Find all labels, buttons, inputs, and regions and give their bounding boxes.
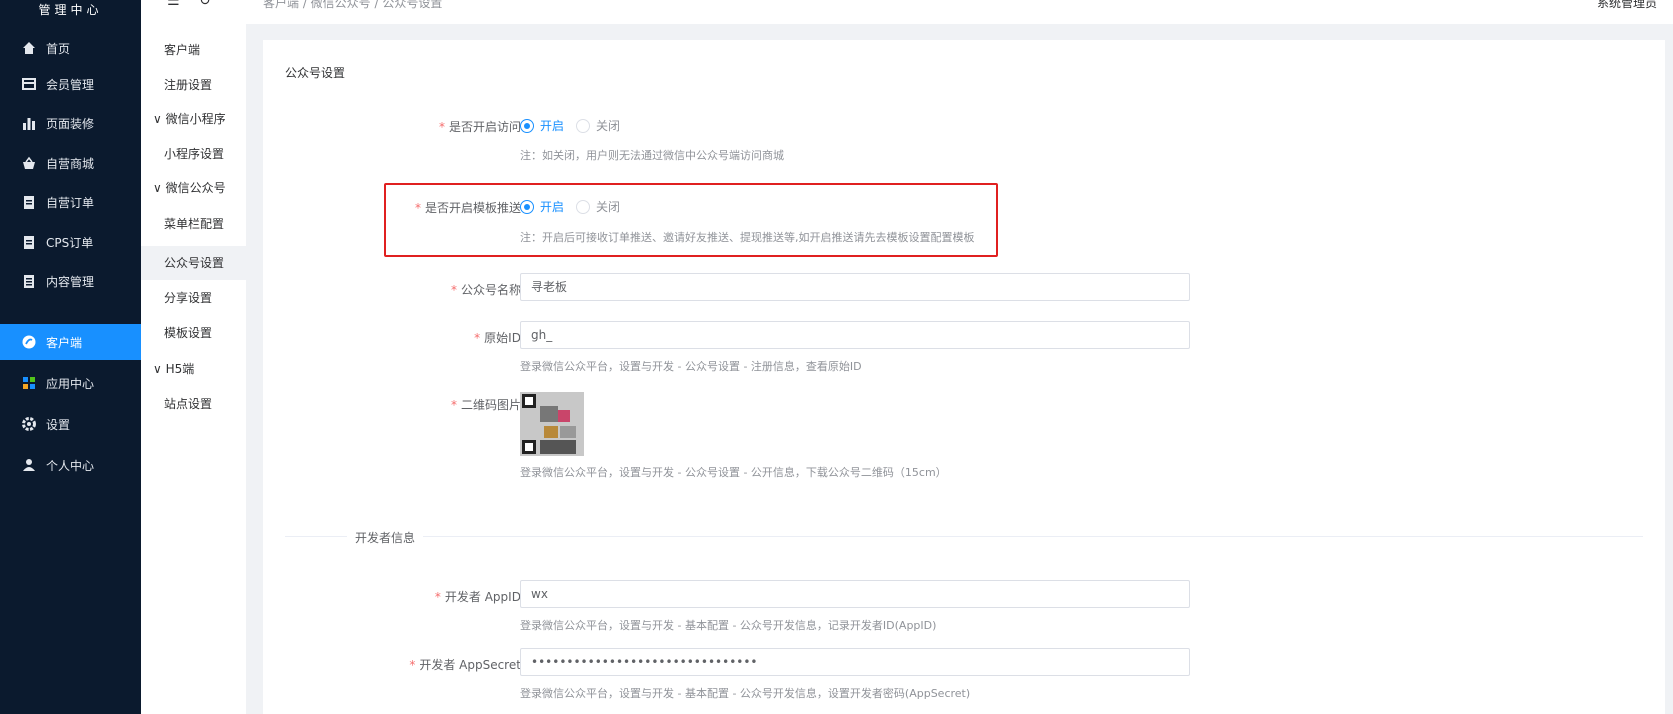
top-bar: ☰ ↻ 客户端 / 微信公众号 / 公众号设置 系统管理员 [141, 0, 1673, 24]
developer-section-title: 开发者信息 [347, 529, 424, 546]
origin-id-input[interactable]: gh_ [520, 321, 1190, 349]
clipboard-icon [22, 195, 36, 209]
page-title: 公众号设置 [285, 66, 346, 80]
left-nav: 管理中心 首页 会员管理 页面装修 自营商城 自营订单 CPS订单 内容管理 客… [0, 0, 141, 714]
access-hint: 注：如关闭，用户则无法通过微信中公众号端访问商城 [520, 149, 784, 162]
subnav-group-official-account[interactable]: ∨ 微信公众号 [141, 171, 246, 205]
access-label: * 是否开启访问: [438, 120, 525, 134]
appid-label: * 开发者 AppID: [434, 590, 525, 604]
admin-user[interactable]: 系统管理员 [1597, 0, 1657, 11]
nav-label: 页面装修 [46, 116, 95, 131]
nav-label: 会员管理 [46, 77, 95, 92]
nav-item-settings[interactable]: 设置 [0, 406, 141, 442]
qrcode-hint: 登录微信公众平台，设置与开发 - 公众号设置 - 公开信息，下载公众号二维码（1… [520, 466, 947, 479]
menu-toggle-icon[interactable]: ☰ [167, 0, 180, 9]
nav-item-profile[interactable]: 个人中心 [0, 447, 141, 483]
highlight-box [384, 183, 998, 257]
subnav-group-miniprogram[interactable]: ∨ 微信小程序 [141, 102, 246, 136]
nav-label: 设置 [46, 417, 71, 432]
nav-item-orders[interactable]: 自营订单 [0, 184, 141, 220]
nav-label: 内容管理 [46, 274, 95, 289]
bar-chart-icon [22, 116, 36, 130]
nav-label: 个人中心 [46, 458, 95, 473]
appid-input[interactable]: wx [520, 580, 1190, 608]
nav-item-members[interactable]: 会员管理 [0, 66, 141, 102]
subnav-group-h5[interactable]: ∨ H5端 [141, 352, 246, 386]
nav-item-content[interactable]: 内容管理 [0, 263, 141, 299]
settings-card: 公众号设置 * 是否开启访问: 开启 关闭 注：如关闭，用户则无法通过微信中公众号… [263, 40, 1665, 714]
document-icon [22, 274, 36, 288]
subnav-item-menu-config[interactable]: 菜单栏配置 [141, 207, 246, 241]
nav-item-page-design[interactable]: 页面装修 [0, 105, 141, 141]
user-icon [22, 458, 36, 472]
gear-icon [22, 417, 36, 431]
radio-unchecked-icon [576, 118, 590, 133]
card-icon [22, 77, 36, 91]
nav-label: CPS订单 [46, 235, 94, 250]
nav-item-client[interactable]: 客户端 [0, 324, 141, 360]
account-name-input[interactable]: 寻老板 [520, 273, 1190, 301]
clipboard-icon [22, 235, 36, 249]
radio-checked-icon [520, 118, 534, 133]
qrcode-image[interactable] [520, 392, 584, 456]
appsecret-hint: 登录微信公众平台，设置与开发 - 基本配置 - 公众号开发信息，设置开发者密码(… [520, 687, 971, 700]
origin-id-hint: 登录微信公众平台，设置与开发 - 公众号设置 - 注册信息，查看原始ID [520, 360, 862, 373]
sub-nav: 客户端 注册设置 ∨ 微信小程序 小程序设置 ∨ 微信公众号 菜单栏配置 公众号… [141, 0, 246, 714]
subnav-item-register[interactable]: 注册设置 [141, 68, 246, 102]
subnav-item-miniprogram-settings[interactable]: 小程序设置 [141, 137, 246, 171]
nav-label: 应用中心 [46, 376, 95, 391]
subnav-item-site-settings[interactable]: 站点设置 [141, 387, 246, 421]
section-divider [285, 536, 1643, 537]
subnav-item-client[interactable]: 客户端 [141, 33, 246, 67]
appsecret-label: * 开发者 AppSecret: [409, 658, 525, 672]
nav-item-cps-orders[interactable]: CPS订单 [0, 224, 141, 260]
qrcode-label: * 二维码图片: [450, 398, 525, 412]
access-off-radio[interactable]: 关闭 [576, 117, 620, 134]
brand-title: 管理中心 [38, 3, 103, 17]
nav-item-home[interactable]: 首页 [0, 30, 141, 66]
nav-label: 客户端 [46, 335, 83, 350]
appsecret-input[interactable]: •••••••••••••••••••••••••••••••• [520, 648, 1190, 676]
account-name-label: * 公众号名称: [450, 283, 525, 297]
nav-item-apps[interactable]: 应用中心 [0, 365, 141, 401]
nav-label: 自营订单 [46, 195, 95, 210]
breadcrumb: 客户端 / 微信公众号 / 公众号设置 [263, 0, 443, 10]
basket-icon [22, 156, 36, 170]
grid-icon [22, 376, 36, 390]
subnav-item-share-settings[interactable]: 分享设置 [141, 281, 246, 315]
subnav-item-template-settings[interactable]: 模板设置 [141, 316, 246, 350]
home-icon [22, 41, 36, 55]
app: 管理中心 首页 会员管理 页面装修 自营商城 自营订单 CPS订单 内容管理 客… [0, 0, 1673, 714]
origin-id-label: * 原始ID: [474, 331, 525, 345]
access-on-radio[interactable]: 开启 [520, 117, 564, 134]
subnav-item-account-settings[interactable]: 公众号设置 [141, 246, 246, 280]
client-icon [22, 335, 36, 349]
nav-label: 首页 [46, 41, 71, 56]
nav-label: 自营商城 [46, 156, 95, 171]
refresh-icon[interactable]: ↻ [199, 0, 211, 9]
appid-hint: 登录微信公众平台，设置与开发 - 基本配置 - 公众号开发信息，记录开发者ID(… [520, 619, 937, 632]
nav-item-mall[interactable]: 自营商城 [0, 145, 141, 181]
